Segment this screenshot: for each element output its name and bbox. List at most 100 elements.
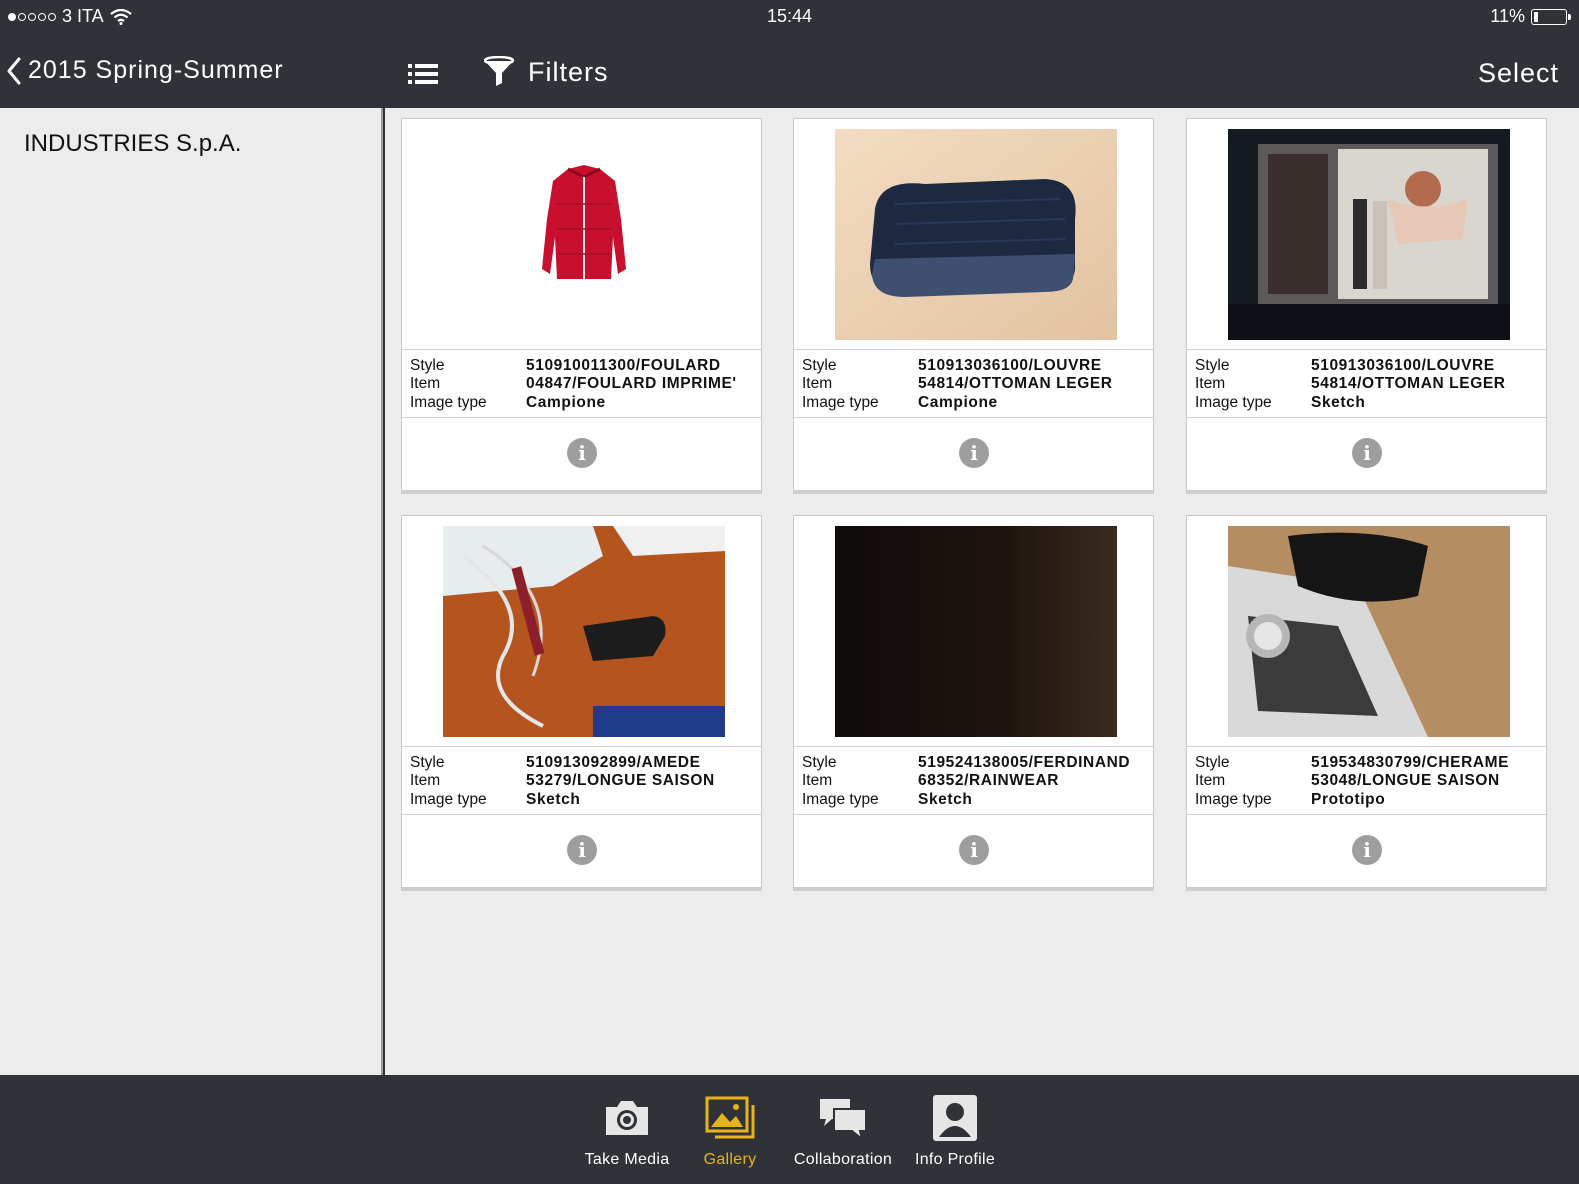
style-label: Style (802, 754, 837, 771)
style-value: 510913036100/LOUVRE (918, 357, 1102, 374)
profile-icon (933, 1095, 977, 1141)
card-thumbnail[interactable] (402, 516, 761, 747)
status-bar: 3 ITA 15:44 11% (0, 0, 1579, 32)
card-actions: i (1187, 816, 1546, 887)
item-value: 54814/OTTOMAN LEGER (1311, 375, 1506, 392)
tab-collaboration[interactable]: Collaboration (788, 1095, 898, 1169)
info-icon[interactable]: i (1352, 438, 1382, 468)
card-details: Style 510910011300/FOULARD Item 04847/FOUL… (402, 351, 761, 418)
style-label: Style (1195, 357, 1230, 374)
gallery-icon (705, 1096, 755, 1139)
image-type-label: Image type (1195, 791, 1272, 808)
funnel-icon (484, 56, 514, 86)
style-value: 510913092899/AMEDE (526, 754, 701, 771)
select-button[interactable]: Select (1478, 58, 1559, 89)
card-details: Style 510913036100/LOUVRE Item 54814/OTTOM… (1187, 351, 1546, 418)
gallery-card[interactable]: Style 510913092899/AMEDE Item 53279/LONGUE… (401, 515, 762, 888)
style-value: 519534830799/CHERAME (1311, 754, 1510, 771)
image-type-value: Sketch (1311, 394, 1366, 411)
filters-button[interactable]: Filters (484, 56, 609, 88)
item-label: Item (410, 772, 441, 789)
info-icon[interactable]: i (959, 438, 989, 468)
item-row: Item 53279/LONGUE SAISON (410, 772, 715, 790)
item-value: 04847/FOULARD IMPRIME' (526, 375, 737, 392)
image-type-label: Image type (802, 394, 879, 411)
gallery-card[interactable]: Style 510913036100/LOUVRE Item 54814/OTTOM… (1186, 118, 1547, 491)
wallet-watch-photo (1228, 526, 1510, 737)
image-type-row: Image type Campione (410, 394, 606, 412)
tab-label: Info Profile (914, 1151, 996, 1168)
card-actions: i (794, 419, 1153, 490)
item-row: Item 68352/RAINWEAR (802, 772, 1059, 790)
card-thumbnail[interactable] (1187, 516, 1546, 747)
red-jacket-photo (443, 129, 725, 340)
tab-label: Take Media (584, 1151, 670, 1168)
tab-label: Gallery (703, 1151, 757, 1168)
navigation-bar: 2015 Spring-Summer Filters Select (0, 32, 1579, 108)
tab-bar: Take Media Gallery Collaboration Info Pr… (0, 1075, 1579, 1184)
card-actions: i (402, 816, 761, 887)
tab-take-media[interactable]: Take Media (582, 1095, 672, 1169)
chat-bubbles-icon (820, 1099, 867, 1141)
item-label: Item (1195, 772, 1226, 789)
item-value: 68352/RAINWEAR (918, 772, 1060, 789)
status-right: 11% (1490, 6, 1571, 27)
card-thumbnail[interactable] (794, 516, 1153, 747)
info-icon[interactable]: i (1352, 835, 1382, 865)
image-type-row: Image type Campione (802, 394, 998, 412)
card-actions: i (794, 816, 1153, 887)
battery-percent: 11% (1490, 6, 1525, 26)
item-label: Item (802, 772, 833, 789)
info-icon[interactable]: i (567, 438, 597, 468)
tab-gallery[interactable]: Gallery (700, 1095, 760, 1169)
style-label: Style (410, 754, 445, 771)
item-value: 53048/LONGUE SAISON (1311, 772, 1500, 789)
item-label: Item (1195, 375, 1226, 392)
back-button[interactable]: 2015 Spring-Summer (6, 56, 284, 85)
card-thumbnail[interactable] (794, 119, 1153, 350)
store-window-photo (1228, 129, 1510, 340)
style-row: Style 519524138005/FERDINAND (802, 754, 1130, 772)
item-value: 54814/OTTOMAN LEGER (918, 375, 1113, 392)
image-type-row: Image type Sketch (410, 791, 580, 809)
item-label: Item (410, 375, 441, 392)
style-label: Style (802, 357, 837, 374)
tab-info-profile[interactable]: Info Profile (910, 1095, 1000, 1169)
item-row: Item 54814/OTTOMAN LEGER (802, 375, 1113, 393)
style-value: 519524138005/FERDINAND (918, 754, 1131, 771)
tab-label: Collaboration (793, 1151, 893, 1168)
card-details: Style 519524138005/FERDINAND Item 68352/RA… (794, 748, 1153, 815)
style-value: 510910011300/FOULARD (526, 357, 721, 374)
item-value: 53279/LONGUE SAISON (526, 772, 715, 789)
list-view-icon[interactable] (408, 62, 438, 86)
image-type-value: Sketch (918, 791, 973, 808)
image-type-value: Sketch (526, 791, 581, 808)
info-icon[interactable]: i (959, 835, 989, 865)
clock: 15:44 (766, 6, 813, 26)
company-name[interactable]: INDUSTRIES S.p.A. (24, 130, 241, 158)
image-type-label: Image type (410, 791, 487, 808)
gallery-card[interactable]: Style 519524138005/FERDINAND Item 68352/RA… (793, 515, 1154, 888)
battery-icon (1531, 8, 1571, 25)
card-actions: i (402, 419, 761, 490)
item-label: Item (802, 375, 833, 392)
chevron-left-icon (7, 57, 21, 84)
gallery-card[interactable]: Style 519534830799/CHERAME Item 53048/LONG… (1186, 515, 1547, 888)
image-type-value: Campione (918, 394, 998, 411)
style-row: Style 510910011300/FOULARD (410, 357, 721, 375)
camera-icon (606, 1101, 648, 1135)
gallery-card[interactable]: Style 510910011300/FOULARD Item 04847/FOUL… (401, 118, 762, 491)
gallery-grid: Style 510910011300/FOULARD Item 04847/FOUL… (385, 108, 1579, 1075)
gallery-card[interactable]: Style 510913036100/LOUVRE Item 54814/OTTOM… (793, 118, 1154, 491)
info-icon[interactable]: i (567, 835, 597, 865)
card-details: Style 510913092899/AMEDE Item 53279/LONGUE… (402, 748, 761, 815)
image-type-label: Image type (1195, 394, 1272, 411)
back-label: 2015 Spring-Summer (28, 56, 284, 84)
image-type-row: Image type Sketch (802, 791, 972, 809)
navy-pouch-photo (835, 129, 1117, 340)
image-type-row: Image type Sketch (1195, 394, 1365, 412)
dark-photo (835, 526, 1117, 737)
card-thumbnail[interactable] (402, 119, 761, 350)
card-thumbnail[interactable] (1187, 119, 1546, 350)
style-value: 510913036100/LOUVRE (1311, 357, 1495, 374)
